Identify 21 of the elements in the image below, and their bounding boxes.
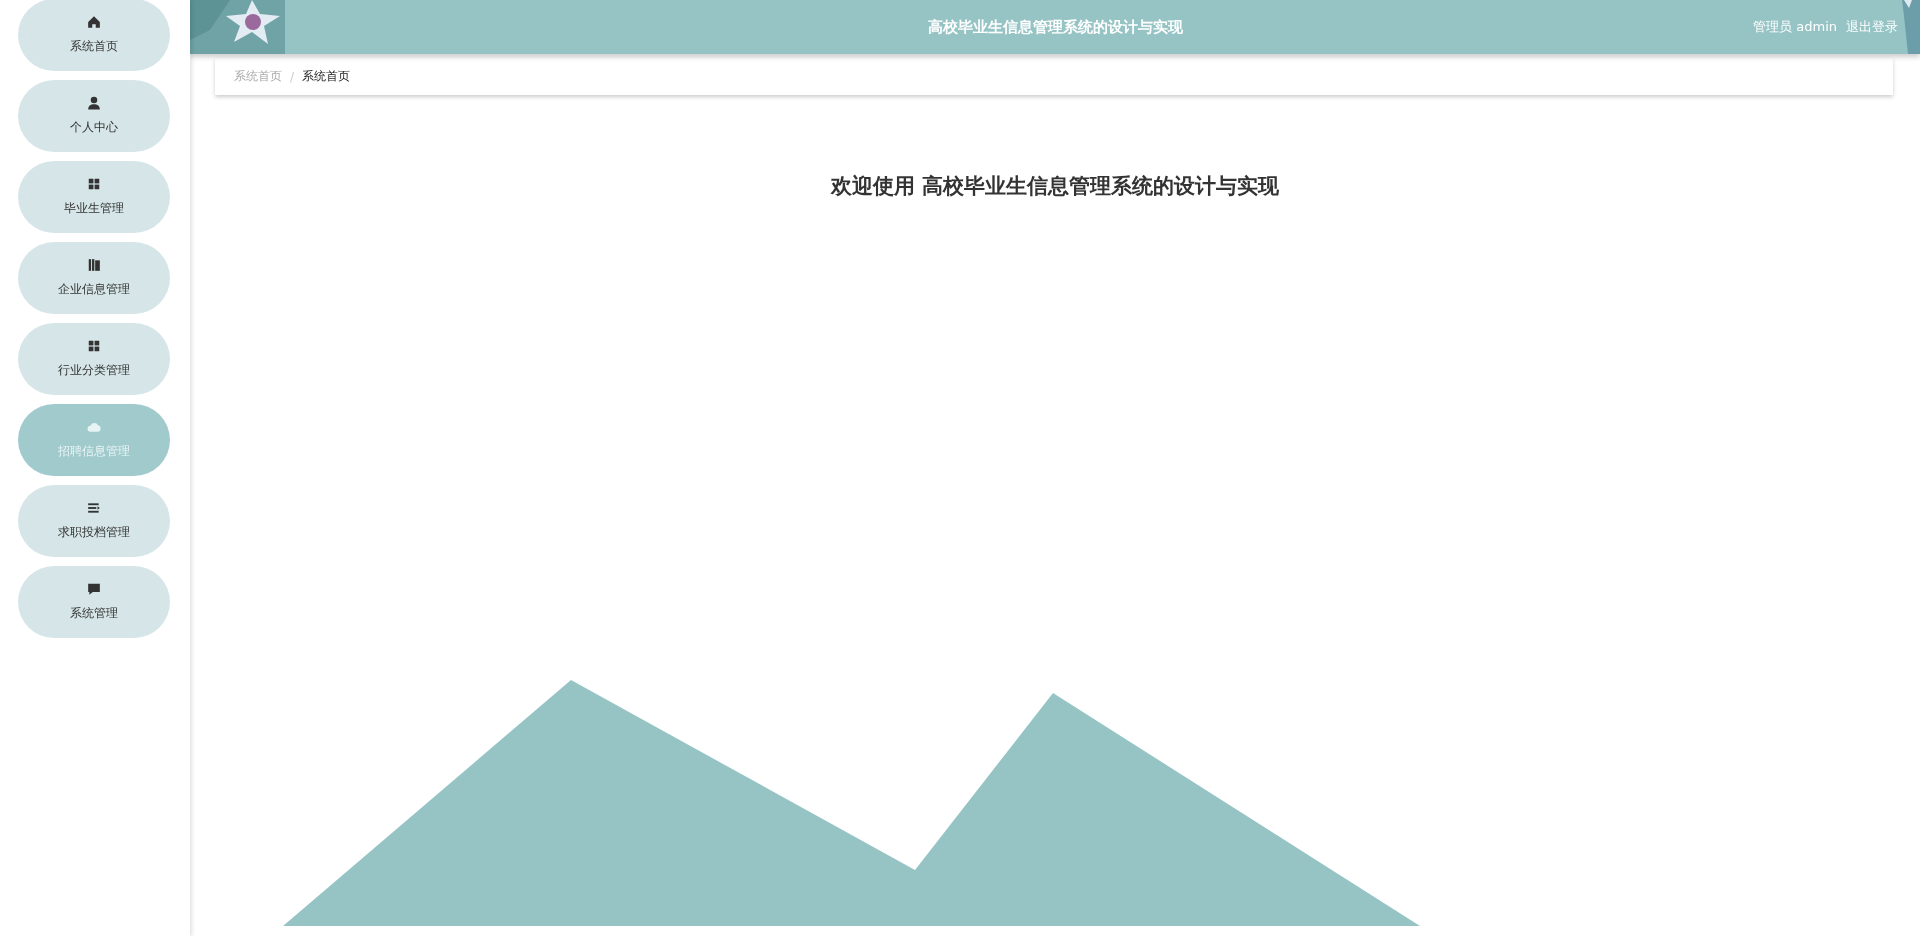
cloud-icon [87,420,101,434]
grid-icon [87,177,101,191]
user-name: 管理员 admin [1753,18,1837,36]
sidebar-item[interactable]: 企业信息管理 [18,242,170,314]
grid-icon [87,339,101,353]
sidebar-item[interactable]: 求职投档管理 [18,485,170,557]
list-icon [87,501,101,515]
welcome-heading: 欢迎使用 高校毕业生信息管理系统的设计与实现 [830,174,1280,198]
breadcrumb-item: 系统首页 [302,68,351,85]
user-icon [87,96,101,110]
sidebar-item[interactable]: 系统首页 [18,0,170,71]
leaf-drawing [1900,0,1920,54]
chat-icon [87,582,101,596]
sidebar-item[interactable]: 个人中心 [18,80,170,152]
app-title: 高校毕业生信息管理系统的设计与实现 [927,17,1183,36]
sidebar-item[interactable]: 毕业生管理 [18,161,170,233]
breadcrumb-separator: / [290,69,295,84]
books-icon [87,258,101,272]
home-icon [87,15,101,29]
sidebar-item[interactable]: 行业分类管理 [18,323,170,395]
sidebar-item[interactable]: 系统管理 [18,566,170,638]
